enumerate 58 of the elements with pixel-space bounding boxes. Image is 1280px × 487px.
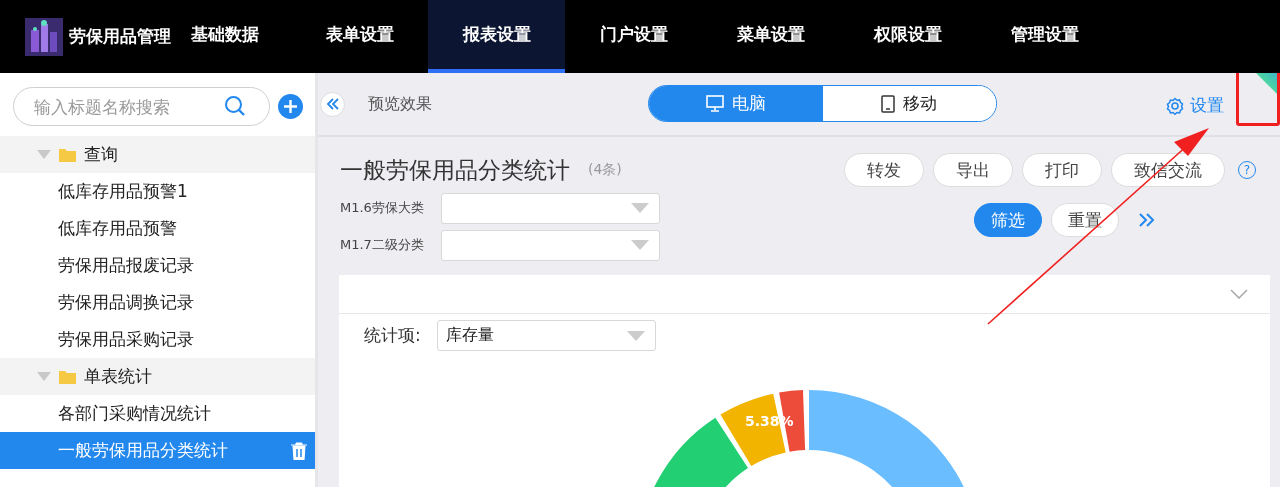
action-button[interactable]: 打印 — [1022, 153, 1102, 187]
filter-button[interactable]: 筛选 — [974, 203, 1042, 237]
tree-item[interactable]: 一般劳保用品分类统计 — [0, 432, 315, 469]
tree-item[interactable]: 劳保用品采购记录 — [0, 321, 315, 358]
preview-label: 预览效果 — [368, 93, 432, 115]
filter-button[interactable]: 重置 — [1051, 203, 1119, 237]
double-chevron-icon[interactable] — [1138, 212, 1156, 228]
search-icon — [224, 95, 246, 117]
dropdown-arrow-icon — [626, 330, 645, 341]
filter-label: M1.6劳保大类 — [340, 199, 425, 217]
tree-item[interactable]: 劳保用品调换记录 — [0, 284, 315, 321]
item-label: 低库存用品预警1 — [58, 180, 188, 203]
dropdown-arrow-icon — [631, 203, 649, 213]
report-title: 一般劳保用品分类统计 — [340, 155, 570, 185]
trash-icon[interactable] — [291, 441, 307, 460]
folder-icon — [59, 369, 76, 384]
dropdown-arrow-icon — [631, 240, 649, 250]
chevron-down-icon[interactable] — [1230, 289, 1248, 299]
collapse-button[interactable] — [320, 91, 345, 117]
highlight-box — [1236, 73, 1280, 126]
tree-item[interactable]: 劳保用品报废记录 — [0, 247, 315, 284]
nav-tab[interactable]: 报表设置 — [428, 0, 565, 73]
device-tab[interactable]: 移动 — [822, 86, 996, 121]
logo-icon — [25, 17, 63, 56]
search-field[interactable]: 输入标题名称搜索 — [13, 87, 270, 126]
item-label: 一般劳保用品分类统计 — [58, 439, 228, 462]
tree-group[interactable]: 查询 — [0, 136, 315, 173]
item-label: 劳保用品报废记录 — [58, 254, 194, 277]
double-chevron-icon — [325, 97, 340, 111]
group-label: 查询 — [84, 143, 118, 166]
action-button[interactable]: 导出 — [933, 153, 1013, 187]
tree-group[interactable]: 单表统计 — [0, 358, 315, 395]
nav-tab[interactable]: 门户设置 — [565, 0, 702, 73]
add-button[interactable] — [278, 94, 303, 119]
item-label: 劳保用品调换记录 — [58, 291, 194, 314]
item-label: 劳保用品采购记录 — [58, 328, 194, 351]
device-tab[interactable]: 电脑 — [649, 86, 823, 121]
tree-item[interactable]: 各部门采购情况统计 — [0, 395, 315, 432]
nav-tab[interactable]: 菜单设置 — [702, 0, 839, 73]
nav-tab[interactable]: 表单设置 — [291, 0, 428, 73]
nav-tab[interactable]: 基础数据 — [191, 0, 291, 73]
stat-label: 统计项: — [364, 324, 421, 347]
tree-item[interactable]: 低库存用品预警 — [0, 210, 315, 247]
tablet-icon — [881, 94, 896, 113]
monitor-icon — [705, 95, 724, 112]
stat-dropdown[interactable]: 库存量 — [436, 320, 656, 351]
folder-icon — [59, 147, 76, 162]
nav-tab[interactable]: 权限设置 — [839, 0, 976, 73]
action-button[interactable]: 转发 — [844, 153, 924, 187]
nav-tab[interactable]: 管理设置 — [976, 0, 1113, 73]
item-label: 各部门采购情况统计 — [58, 402, 211, 425]
group-label: 单表统计 — [84, 365, 152, 388]
item-label: 低库存用品预警 — [58, 217, 177, 240]
settings-icon — [1166, 96, 1184, 115]
app-title: 劳保用品管理 — [69, 25, 171, 48]
filter-label: M1.7二级分类 — [340, 236, 425, 254]
tree-item[interactable]: 低库存用品预警1 — [0, 173, 315, 210]
record-count: (4条) — [588, 161, 622, 179]
